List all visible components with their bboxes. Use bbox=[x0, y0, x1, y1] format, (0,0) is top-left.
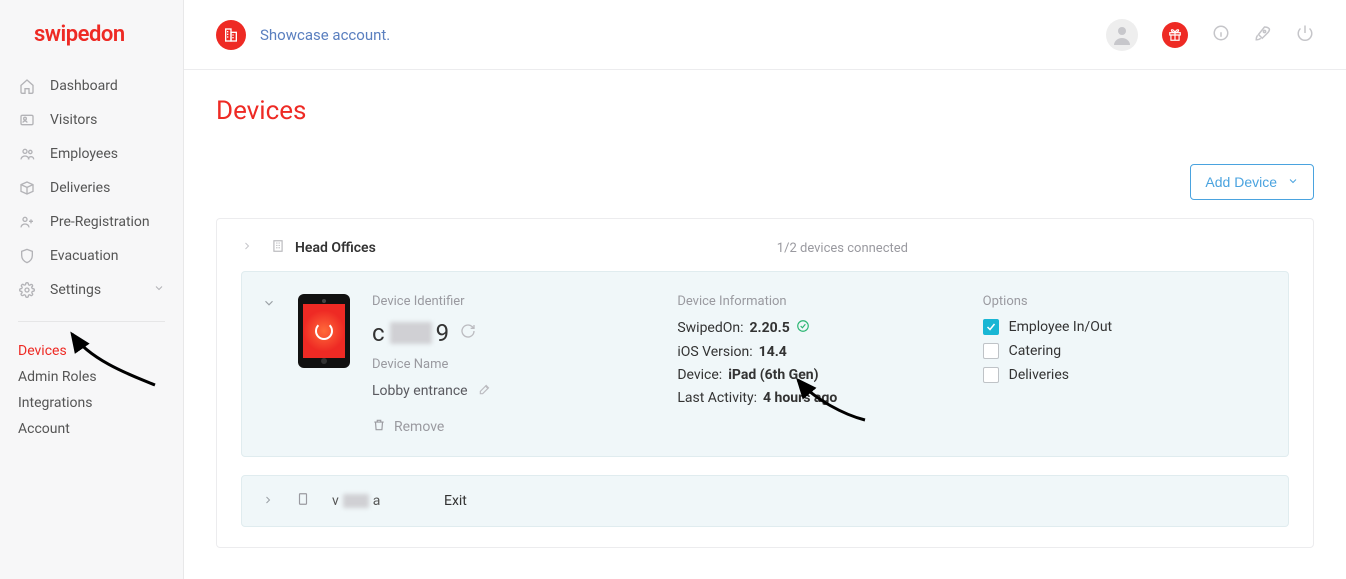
option-label: Employee In/Out bbox=[1009, 319, 1112, 335]
sidebar-item-label: Employees bbox=[50, 146, 118, 162]
connection-status: 1/2 devices connected bbox=[777, 241, 908, 256]
sidebar-item-label: Pre-Registration bbox=[50, 214, 150, 230]
sidebar-sub-integrations[interactable]: Integrations bbox=[18, 390, 183, 416]
brand-logo: swipedon bbox=[0, 22, 183, 65]
info-label: Device Information bbox=[677, 294, 962, 309]
divider bbox=[18, 321, 165, 322]
redacted-text bbox=[343, 494, 369, 508]
edit-icon[interactable] bbox=[478, 382, 492, 400]
sidebar-item-visitors[interactable]: Visitors bbox=[0, 103, 183, 137]
sidebar-sub-admin-roles[interactable]: Admin Roles bbox=[18, 364, 183, 390]
checkbox-catering[interactable] bbox=[983, 343, 999, 359]
options-label: Options bbox=[983, 294, 1268, 309]
device-row-collapsed[interactable]: v a Exit bbox=[241, 475, 1289, 527]
shield-icon bbox=[18, 247, 36, 265]
button-label: Add Device bbox=[1205, 174, 1277, 190]
home-icon bbox=[18, 77, 36, 95]
gift-icon[interactable] bbox=[1162, 22, 1188, 48]
device-model: iPad (6th Gen) bbox=[728, 367, 818, 383]
power-icon[interactable] bbox=[1296, 24, 1314, 46]
tablet-icon bbox=[296, 492, 310, 510]
people-icon bbox=[18, 145, 36, 163]
identifier-label: Device Identifier bbox=[372, 294, 657, 309]
collapse-button[interactable] bbox=[262, 296, 276, 314]
main: Showcase account. Device bbox=[184, 0, 1346, 579]
building-icon bbox=[271, 239, 285, 257]
sidebar-item-label: Account bbox=[18, 421, 70, 437]
device-image bbox=[298, 294, 350, 368]
sidebar-item-label: Visitors bbox=[50, 112, 97, 128]
add-device-button[interactable]: Add Device bbox=[1190, 164, 1314, 200]
brand-text: swipedon bbox=[34, 22, 125, 47]
device-id: c 9 bbox=[372, 319, 450, 347]
name-label: Device Name bbox=[372, 357, 657, 372]
last-activity: 4 hours ago bbox=[763, 390, 837, 406]
content: Devices Add Device Head O bbox=[184, 70, 1346, 579]
box-icon bbox=[18, 179, 36, 197]
rocket-icon[interactable] bbox=[1254, 24, 1272, 46]
sidebar-item-label: Evacuation bbox=[50, 248, 118, 264]
refresh-icon[interactable] bbox=[460, 323, 476, 343]
sidebar: swipedon Dashboard Visitors Employees bbox=[0, 0, 184, 579]
remove-button[interactable]: Remove bbox=[372, 418, 657, 436]
building-icon bbox=[216, 20, 246, 50]
trash-icon bbox=[372, 418, 386, 436]
sidebar-item-label: Deliveries bbox=[50, 180, 110, 196]
sidebar-item-employees[interactable]: Employees bbox=[0, 137, 183, 171]
remove-label: Remove bbox=[394, 419, 444, 435]
sidebar-item-evacuation[interactable]: Evacuation bbox=[0, 239, 183, 273]
option-label: Deliveries bbox=[1009, 367, 1069, 383]
location-header[interactable]: Head Offices 1/2 devices connected bbox=[217, 219, 1313, 271]
sidebar-item-label: Integrations bbox=[18, 395, 92, 411]
chevron-down-icon bbox=[153, 282, 165, 298]
chevron-down-icon bbox=[1287, 174, 1299, 190]
page-title: Devices bbox=[216, 96, 1314, 126]
avatar[interactable] bbox=[1106, 19, 1138, 51]
redacted-text bbox=[390, 322, 432, 344]
device-id-short: v a bbox=[332, 493, 392, 509]
sidebar-item-label: Settings bbox=[50, 282, 101, 298]
gear-icon bbox=[18, 281, 36, 299]
devices-panel: Head Offices 1/2 devices connected Devic… bbox=[216, 218, 1314, 548]
checkbox-deliveries[interactable] bbox=[983, 367, 999, 383]
device-name: Lobby entrance bbox=[372, 383, 468, 399]
sidebar-sub-account[interactable]: Account bbox=[18, 416, 183, 442]
account-link[interactable]: Showcase account. bbox=[260, 26, 390, 44]
check-circle-icon bbox=[796, 319, 810, 337]
swipedon-version: 2.20.5 bbox=[750, 320, 790, 336]
expand-button[interactable] bbox=[262, 494, 274, 510]
sidebar-item-deliveries[interactable]: Deliveries bbox=[0, 171, 183, 205]
info-icon[interactable] bbox=[1212, 24, 1230, 46]
sidebar-item-settings[interactable]: Settings bbox=[0, 273, 183, 307]
ios-version: 14.4 bbox=[759, 344, 787, 360]
sidebar-sub-devices[interactable]: Devices bbox=[18, 338, 183, 364]
option-label: Catering bbox=[1009, 343, 1061, 359]
sidebar-item-label: Dashboard bbox=[50, 78, 118, 94]
device-card: Device Identifier c 9 bbox=[241, 271, 1289, 457]
user-plus-icon bbox=[18, 213, 36, 231]
sidebar-item-label: Devices bbox=[18, 343, 67, 359]
sidebar-item-dashboard[interactable]: Dashboard bbox=[0, 69, 183, 103]
sidebar-item-label: Admin Roles bbox=[18, 369, 97, 385]
checkbox-employee-inout[interactable] bbox=[983, 319, 999, 335]
device-name-short: Exit bbox=[444, 493, 467, 509]
chevron-right-icon bbox=[241, 240, 253, 256]
topbar: Showcase account. bbox=[184, 0, 1346, 70]
id-card-icon bbox=[18, 111, 36, 129]
location-title: Head Offices bbox=[295, 240, 376, 256]
sidebar-item-preregistration[interactable]: Pre-Registration bbox=[0, 205, 183, 239]
